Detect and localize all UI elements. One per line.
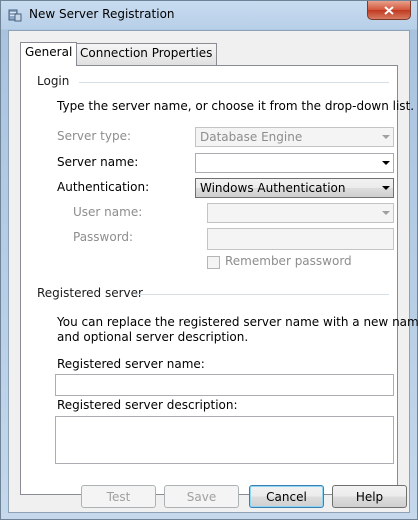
remember-password-checkbox[interactable] (207, 256, 220, 269)
tab-connection-properties[interactable]: Connection Properties (75, 43, 218, 65)
save-button[interactable]: Save (164, 485, 239, 508)
server-name-label: Server name: (57, 155, 139, 169)
registered-server-description-input[interactable] (55, 416, 394, 464)
chevron-down-icon (382, 186, 390, 190)
registered-server-name-input[interactable] (55, 374, 394, 396)
user-name-label: User name: (73, 205, 143, 219)
registered-server-group-label: Registered server (37, 286, 143, 300)
server-name-combo[interactable] (195, 153, 394, 173)
help-button[interactable]: Help (332, 485, 407, 508)
registered-server-group-divider (135, 294, 389, 295)
login-group-label: Login (37, 74, 70, 88)
server-type-select[interactable]: Database Engine (195, 127, 394, 147)
server-type-value: Database Engine (200, 130, 303, 144)
test-button[interactable]: Test (81, 485, 156, 508)
close-button[interactable] (367, 1, 411, 20)
login-instruction: Type the server name, or choose it from … (57, 99, 415, 113)
window-title: New Server Registration (29, 7, 175, 21)
authentication-select[interactable]: Windows Authentication (195, 178, 394, 198)
registered-server-description-label: Registered server description: (57, 398, 238, 412)
password-input[interactable] (207, 228, 394, 250)
cancel-button[interactable]: Cancel (249, 485, 324, 508)
chevron-down-icon[interactable] (382, 161, 390, 165)
tab-general[interactable]: General (20, 42, 78, 66)
registered-server-instruction-2: and optional server description. (57, 330, 249, 344)
chevron-down-icon (382, 135, 390, 139)
authentication-label: Authentication: (57, 180, 150, 194)
login-group-divider (79, 82, 389, 83)
close-icon (384, 5, 394, 15)
chevron-down-icon (382, 211, 390, 215)
user-name-combo[interactable] (207, 203, 394, 223)
general-panel: Login Type the server name, or choose it… (20, 65, 418, 495)
authentication-value: Windows Authentication (200, 181, 346, 195)
server-registration-icon (8, 9, 22, 22)
title-bar[interactable]: New Server Registration (1, 1, 417, 29)
registered-server-instruction-1: You can replace the registered server na… (57, 315, 418, 329)
server-type-label: Server type: (57, 129, 132, 143)
dialog-window: New Server Registration General Connecti… (0, 0, 418, 520)
remember-password-label: Remember password (225, 254, 352, 268)
registered-server-name-label: Registered server name: (57, 357, 205, 371)
password-label: Password: (73, 230, 134, 244)
dialog-client: General Connection Properties Login Type… (8, 30, 418, 513)
